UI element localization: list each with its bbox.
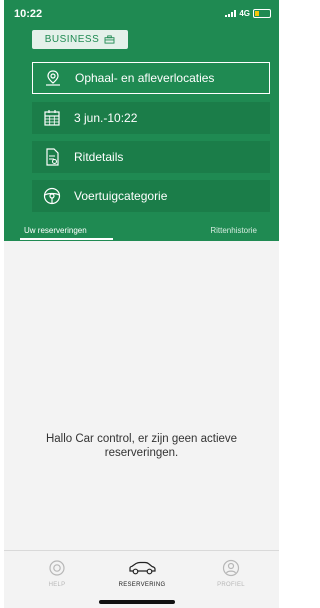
menu-item-vehicle-category[interactable]: Voertuigcategorie xyxy=(32,180,270,212)
nav-profile-label: PROFIEL xyxy=(217,582,245,588)
network-label: 4G xyxy=(239,9,250,18)
active-tab-indicator xyxy=(20,238,113,240)
header: 10:22 4G BUSINESS Ophaal- en afleverloca… xyxy=(4,0,279,241)
menu-item-date[interactable]: 3 jun.-10:22 xyxy=(32,102,270,134)
menu-item-label: Ophaal- en afleverlocaties xyxy=(75,71,215,85)
tab-bar: Uw reserveringen Rittenhistorie xyxy=(4,222,279,241)
status-bar: 10:22 4G xyxy=(14,8,271,22)
nav-help[interactable]: HELP xyxy=(22,559,92,588)
lifebuoy-icon xyxy=(49,560,65,576)
battery-icon xyxy=(253,9,271,18)
menu-item-locations[interactable]: Ophaal- en afleverlocaties xyxy=(32,62,270,94)
menu-item-label: Voertuigcategorie xyxy=(74,189,168,203)
steering-wheel-icon xyxy=(42,186,62,206)
car-icon xyxy=(129,561,156,575)
calendar-icon xyxy=(42,108,62,128)
document-icon xyxy=(42,147,62,167)
nav-help-label: HELP xyxy=(48,582,66,588)
status-indicators: 4G xyxy=(225,9,271,18)
app-screen: 10:22 4G BUSINESS Ophaal- en afleverloca… xyxy=(4,0,279,608)
menu-item-label: Ritdetails xyxy=(74,150,124,164)
empty-state-message: Hallo Car control, er zijn geen actieve … xyxy=(45,433,238,459)
status-time: 10:22 xyxy=(14,8,43,20)
nav-reservation[interactable]: RESERVERING xyxy=(107,559,177,588)
menu-item-ride-details[interactable]: Ritdetails xyxy=(32,141,270,173)
business-label: BUSINESS xyxy=(44,34,100,45)
briefcase-icon xyxy=(104,35,115,44)
tab-ride-history[interactable]: Rittenhistorie xyxy=(210,226,257,235)
business-badge[interactable]: BUSINESS xyxy=(32,30,128,49)
nav-profile[interactable]: PROFIEL xyxy=(196,559,266,588)
menu-item-label: 3 jun.-10:22 xyxy=(74,111,138,125)
reservations-list: Hallo Car control, er zijn geen actieve … xyxy=(4,241,279,550)
map-pin-icon xyxy=(43,68,63,88)
nav-reservation-label: RESERVERING xyxy=(118,582,166,588)
user-icon xyxy=(222,559,240,577)
signal-icon xyxy=(225,10,237,17)
home-indicator xyxy=(99,600,175,604)
tab-reservations[interactable]: Uw reserveringen xyxy=(24,226,87,235)
